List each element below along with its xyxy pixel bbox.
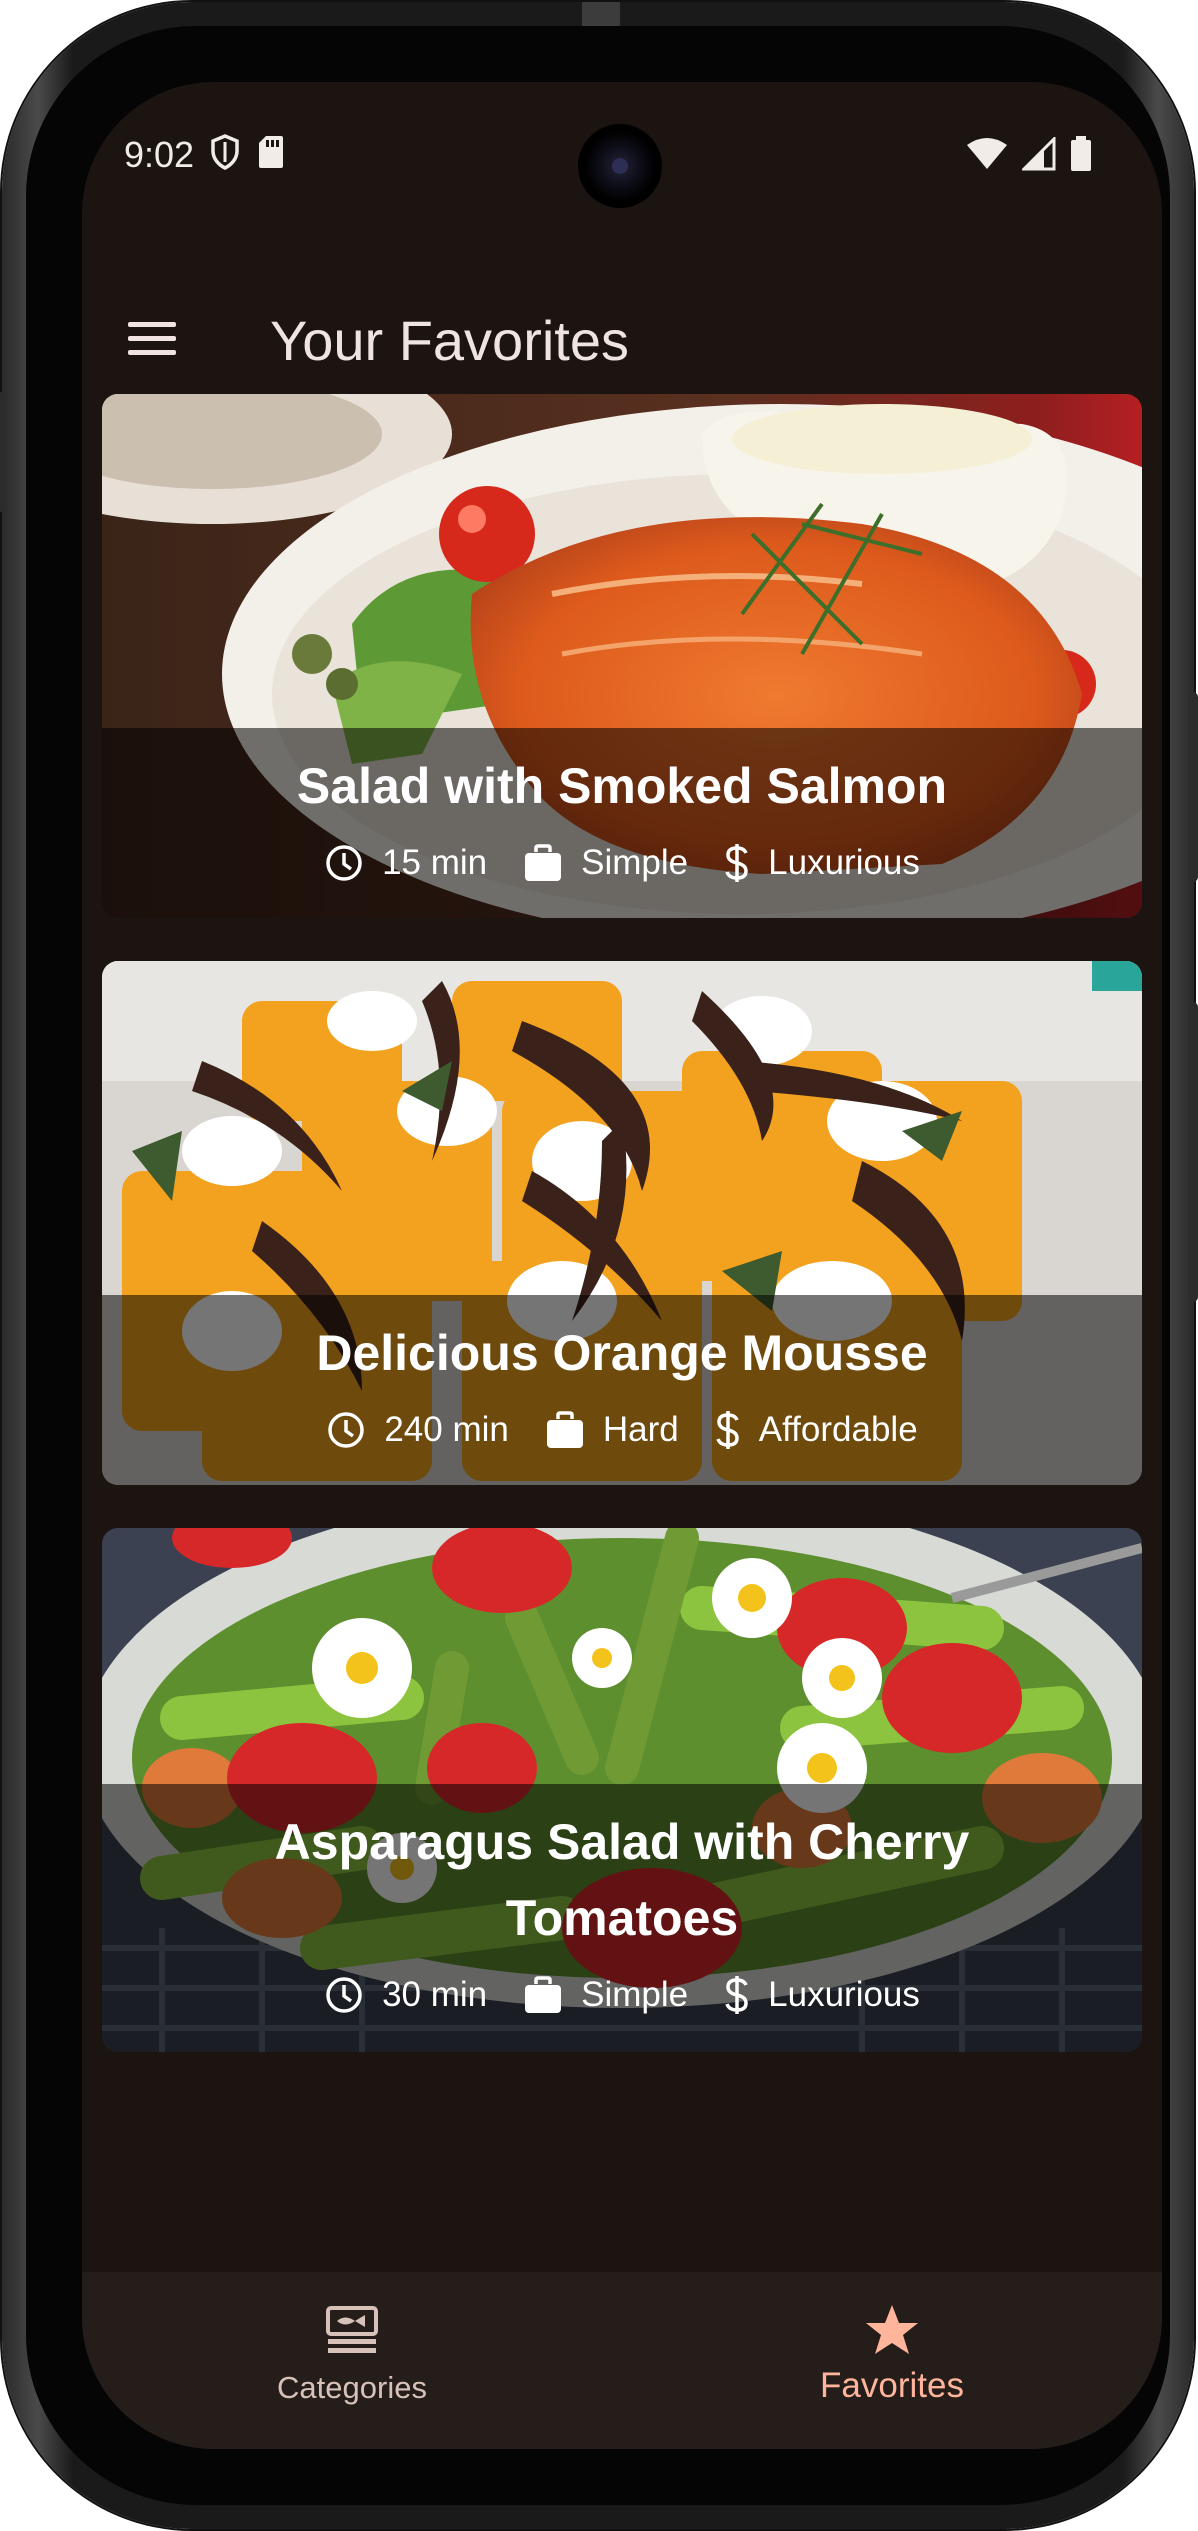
meal-duration: 30 min <box>324 1975 487 2015</box>
hamburger-menu-icon[interactable] <box>116 302 188 374</box>
meal-meta: 30 min Simple Luxurious <box>324 1974 920 2016</box>
set-meal-icon <box>325 2302 379 2358</box>
meal-title: Delicious Orange Mousse <box>316 1325 928 1381</box>
meal-affordability: Luxurious <box>724 842 920 884</box>
phone-frame: 9:02 Your Favorites Salad with Smoked Sa… <box>0 2 1198 2529</box>
nav-label-favorites: Favorites <box>820 2366 964 2405</box>
nav-label-categories: Categories <box>277 2370 427 2405</box>
status-time: 9:02 <box>124 134 195 175</box>
meal-info-overlay: Salad with Smoked Salmon 15 min Simple L… <box>102 728 1142 918</box>
volume-button <box>1188 692 1198 882</box>
battery-icon <box>1070 136 1092 177</box>
nav-item-categories[interactable]: Categories <box>82 2272 622 2449</box>
meal-info-overlay: Asparagus Salad with Cherry Tomatoes 30 … <box>102 1784 1142 2052</box>
star-icon <box>864 2302 920 2358</box>
clock-icon <box>326 1410 366 1450</box>
dollar-icon <box>724 842 750 884</box>
meal-duration: 240 min <box>326 1410 509 1450</box>
meal-meta: 240 min Hard Affordable <box>326 1409 918 1451</box>
meal-meta: 15 min Simple Luxurious <box>324 842 920 884</box>
meal-duration: 15 min <box>324 843 487 883</box>
page-title: Your Favorites <box>270 309 629 372</box>
clock-icon <box>324 1975 364 2015</box>
wifi-icon <box>966 137 1008 176</box>
meal-affordability: Affordable <box>715 1409 918 1451</box>
meal-card[interactable]: Delicious Orange Mousse 240 min Hard Aff… <box>102 961 1142 1485</box>
dollar-icon <box>715 1409 741 1451</box>
phone-bezel: 9:02 Your Favorites Salad with Smoked Sa… <box>26 26 1170 2505</box>
power-button <box>1188 1002 1198 1302</box>
meal-title: Salad with Smoked Salmon <box>296 758 948 814</box>
nav-item-favorites[interactable]: Favorites <box>622 2272 1162 2449</box>
meal-complexity: Hard <box>545 1410 679 1450</box>
clock-icon <box>324 843 364 883</box>
briefcase-icon <box>545 1411 585 1449</box>
meal-card[interactable]: Salad with Smoked Salmon 15 min Simple L… <box>102 394 1142 918</box>
signal-icon <box>1020 135 1056 176</box>
status-bar: 9:02 <box>82 82 1162 232</box>
bottom-navigation: Categories Favorites <box>82 2272 1162 2449</box>
sd-card-icon <box>258 135 284 174</box>
side-button-left <box>0 392 6 512</box>
front-camera <box>578 124 662 208</box>
meal-affordability: Luxurious <box>724 1974 920 2016</box>
dollar-icon <box>724 1974 750 2016</box>
screen: 9:02 Your Favorites Salad with Smoked Sa… <box>82 82 1162 2449</box>
meal-complexity: Simple <box>523 843 688 883</box>
frame-antenna-line <box>582 2 620 26</box>
meal-title: Asparagus Salad with Cherry Tomatoes <box>274 1814 970 1946</box>
meal-info-overlay: Delicious Orange Mousse 240 min Hard Aff… <box>102 1295 1142 1485</box>
status-left-icons <box>210 134 284 175</box>
meal-complexity: Simple <box>523 1975 688 2015</box>
status-right-icons <box>966 135 1092 177</box>
briefcase-icon <box>523 844 563 882</box>
app-bar: Your Favorites <box>82 272 1162 402</box>
meal-card[interactable]: Asparagus Salad with Cherry Tomatoes 30 … <box>102 1528 1142 2052</box>
briefcase-icon <box>523 1976 563 2014</box>
shield-icon <box>210 134 240 175</box>
